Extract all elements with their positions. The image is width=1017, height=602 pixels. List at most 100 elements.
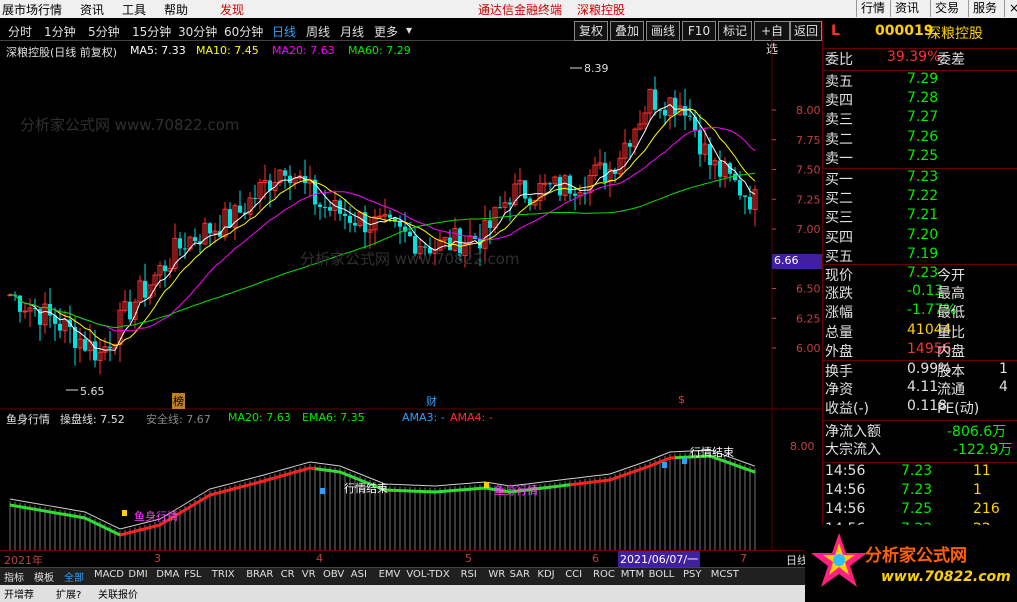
indicator-line — [234, 485, 241, 490]
stat-row: 涨跌 -0.13 最高 — [823, 283, 1017, 302]
indicator-line — [634, 468, 641, 473]
tab-13[interactable]: EMV — [379, 569, 401, 580]
menu-help[interactable]: 帮助 — [164, 1, 188, 18]
candle-body-down — [18, 295, 22, 312]
period-60m[interactable]: 60分钟 — [224, 23, 263, 40]
tab-17[interactable]: SAR — [510, 569, 530, 580]
annotation-fish-1: 鱼身行情 — [134, 510, 178, 523]
period-day[interactable]: 日线 — [272, 23, 296, 40]
menu-market[interactable]: 展市场行情 — [2, 1, 62, 18]
candle-body-down — [573, 193, 577, 196]
period-1m[interactable]: 1分钟 — [44, 23, 76, 40]
period-month[interactable]: 月线 — [340, 23, 364, 40]
netflow-value: -806.6万 — [947, 424, 1007, 440]
tab-5[interactable]: DMA — [156, 569, 179, 580]
candle-body-down — [698, 130, 702, 155]
annotation-end-1: 行情结束 — [344, 482, 388, 495]
tab-15[interactable]: RSI — [461, 569, 477, 580]
weibi-label: 委比 — [825, 52, 853, 68]
tab-24[interactable]: MCST — [711, 569, 739, 580]
candle-body-down — [353, 222, 357, 226]
bid-label: 买三 — [825, 210, 853, 226]
period-30m[interactable]: 30分钟 — [178, 23, 217, 40]
tab-19[interactable]: CCI — [565, 569, 582, 580]
candle-body-up — [542, 182, 548, 185]
candle-body-down — [323, 207, 327, 209]
indicator-line — [619, 473, 626, 478]
stat-value-2: 1 — [999, 361, 1008, 377]
stat-row: 换手 0.99% 股本 1 — [823, 360, 1017, 380]
indicator-line — [224, 488, 231, 493]
tab-0[interactable]: 指标 — [4, 569, 24, 584]
tab-16[interactable]: WR — [488, 569, 505, 580]
bottom-item-2[interactable]: 扩展? — [56, 586, 81, 601]
chart-title: 深粮控股(日线 前复权) — [6, 46, 118, 59]
indicator-line — [184, 505, 191, 512]
tab-14[interactable]: VOL-TDX — [406, 569, 449, 580]
indicator-chart[interactable]: 鱼身行情 操盘线: 7.52 安全线: 7.67 MA20: 7.63 EMA6… — [0, 410, 822, 550]
marker-cai: 财 — [426, 395, 437, 408]
candle-body-down — [523, 180, 527, 199]
period-more[interactable]: 更多 — [374, 23, 398, 40]
signal-marker — [484, 482, 489, 488]
tab-6[interactable]: FSL — [184, 569, 202, 580]
tab-4[interactable]: DMI — [128, 569, 147, 580]
tab-10[interactable]: VR — [302, 569, 316, 580]
overlay-button[interactable]: 叠加 — [610, 21, 644, 41]
tab-20[interactable]: ROC — [593, 569, 615, 580]
indicator-line — [539, 486, 546, 490]
stat-label-2: 最高 — [937, 286, 965, 303]
restore-button[interactable]: 复权 — [574, 21, 608, 41]
back-button[interactable]: 返回 — [790, 21, 822, 41]
period-15m[interactable]: 15分钟 — [132, 23, 171, 40]
menu-discover[interactable]: 发现 — [220, 1, 244, 18]
app-title: 通达信金融终端 — [478, 3, 563, 17]
tab-2[interactable]: 全部 — [64, 569, 84, 584]
candle-body-down — [388, 214, 392, 218]
indicator-line — [74, 514, 81, 519]
ask-label: 卖三 — [825, 112, 853, 128]
indicator-line — [119, 532, 126, 537]
tab-1[interactable]: 模板 — [34, 569, 54, 584]
chevron-down-icon[interactable]: ▾ — [406, 23, 412, 37]
indicator-line — [559, 483, 566, 488]
close-icon[interactable]: × — [1004, 0, 1017, 17]
ma60-label: MA60: 7.29 — [348, 44, 411, 57]
stat-label-2: 流通 — [937, 382, 965, 399]
tab-12[interactable]: ASI — [351, 569, 367, 580]
tab-9[interactable]: CR — [281, 569, 295, 580]
bottom-item-1[interactable]: 开增荐 — [4, 586, 34, 601]
main-chart[interactable]: 8.007.757.507.257.006.756.506.256.00 深粮控… — [0, 40, 824, 410]
indicator-line — [604, 478, 611, 483]
stat-value: 7.23 — [907, 265, 939, 281]
menu-news[interactable]: 资讯 — [80, 1, 104, 18]
tab-23[interactable]: PSY — [683, 569, 702, 580]
tab-22[interactable]: BOLL — [649, 569, 675, 580]
tab-3[interactable]: MACD — [94, 569, 124, 580]
tab-18[interactable]: KDJ — [537, 569, 554, 580]
mark-button[interactable]: 标记 — [718, 21, 752, 41]
indicator-line — [654, 460, 661, 466]
add-watch-button[interactable]: +自选 — [754, 21, 790, 56]
y-tick-label: 6.50 — [796, 283, 821, 296]
period-minute[interactable]: 分时 — [8, 23, 32, 40]
candle-body-down — [673, 97, 677, 115]
indicator-svg[interactable] — [0, 410, 822, 550]
btn-trade[interactable]: 交易 — [930, 0, 963, 17]
bottom-item-3[interactable]: 关联报价 — [98, 586, 138, 601]
btn-info[interactable]: 资讯 — [890, 0, 923, 17]
tab-8[interactable]: BRAR — [246, 569, 273, 580]
btn-service[interactable]: 服务 — [968, 0, 1001, 17]
period-week[interactable]: 周线 — [306, 23, 330, 40]
tab-11[interactable]: OBV — [323, 569, 344, 580]
period-5m[interactable]: 5分钟 — [88, 23, 120, 40]
candlestick-chart[interactable]: 8.007.757.507.257.006.756.506.256.00 — [0, 40, 822, 410]
btn-quote[interactable]: 行情 — [856, 0, 889, 17]
draw-button[interactable]: 画线 — [646, 21, 680, 41]
tab-21[interactable]: MTM — [621, 569, 644, 580]
tab-7[interactable]: TRIX — [212, 569, 235, 580]
f10-button[interactable]: F10 — [682, 21, 716, 41]
stat-label: 涨跌 — [825, 286, 853, 303]
logo-url: www.70822.com — [881, 569, 1011, 585]
menu-tools[interactable]: 工具 — [122, 1, 146, 18]
